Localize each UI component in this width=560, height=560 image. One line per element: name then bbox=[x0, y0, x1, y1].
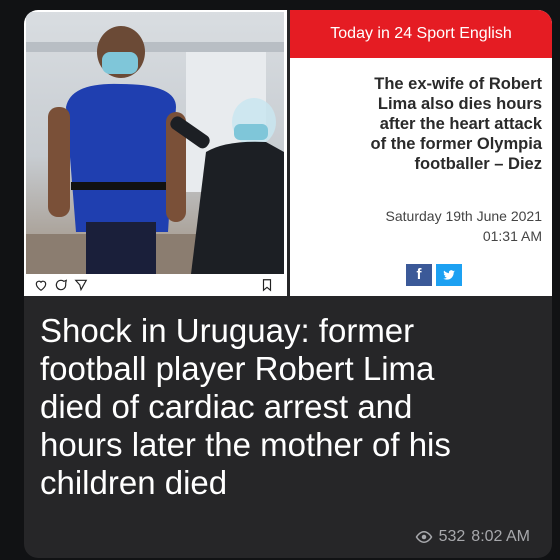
headline-line: The ex-wife of Robert bbox=[374, 75, 542, 93]
shared-post[interactable] bbox=[24, 10, 287, 296]
comment-icon[interactable] bbox=[54, 278, 68, 292]
vaccination-photo[interactable] bbox=[26, 12, 284, 274]
heart-outline-icon[interactable] bbox=[34, 278, 48, 292]
people-illustration bbox=[48, 26, 284, 274]
message-time: 8:02 AM bbox=[471, 528, 530, 545]
twitter-icon bbox=[443, 270, 455, 280]
news-date: Saturday 19th June 2021 bbox=[385, 208, 542, 224]
view-count: 532 bbox=[438, 528, 466, 545]
news-card[interactable]: Today in 24 Sport English The ex-wife of… bbox=[290, 10, 552, 296]
post-actions-bar bbox=[24, 274, 287, 296]
message-bubble[interactable]: Today in 24 Sport English The ex-wife of… bbox=[24, 10, 552, 558]
bookmark-icon[interactable] bbox=[260, 278, 274, 292]
news-headline: The ex-wife of Robert Lima also dies hou… bbox=[300, 74, 542, 174]
caption-line: died of cardiac arrest and bbox=[40, 388, 413, 425]
facebook-share-button[interactable]: f bbox=[406, 264, 432, 286]
news-datetime: Saturday 19th June 2021 01:31 AM bbox=[300, 206, 542, 246]
headline-line: of the former Olympia bbox=[370, 135, 542, 153]
caption-line: children died bbox=[40, 464, 228, 501]
headline-line: after the heart attack bbox=[379, 115, 542, 133]
caption-line: football player Robert Lima bbox=[40, 350, 435, 387]
caption-line: hours later the mother of his bbox=[40, 426, 451, 463]
news-brand: Today in 24 Sport English bbox=[330, 25, 512, 42]
facebook-icon: f bbox=[416, 266, 422, 283]
headline-line: Lima also dies hours bbox=[377, 95, 542, 113]
send-icon[interactable] bbox=[74, 278, 88, 292]
twitter-share-button[interactable] bbox=[436, 264, 462, 286]
eye-icon bbox=[415, 530, 432, 544]
message-caption: Shock in Uruguay: former football player… bbox=[40, 312, 540, 502]
caption-line: Shock in Uruguay: former bbox=[40, 312, 415, 349]
news-time: 01:31 AM bbox=[482, 228, 542, 244]
message-meta: 532 8:02 AM bbox=[415, 528, 530, 546]
headline-line: footballer – Diez bbox=[414, 155, 542, 173]
